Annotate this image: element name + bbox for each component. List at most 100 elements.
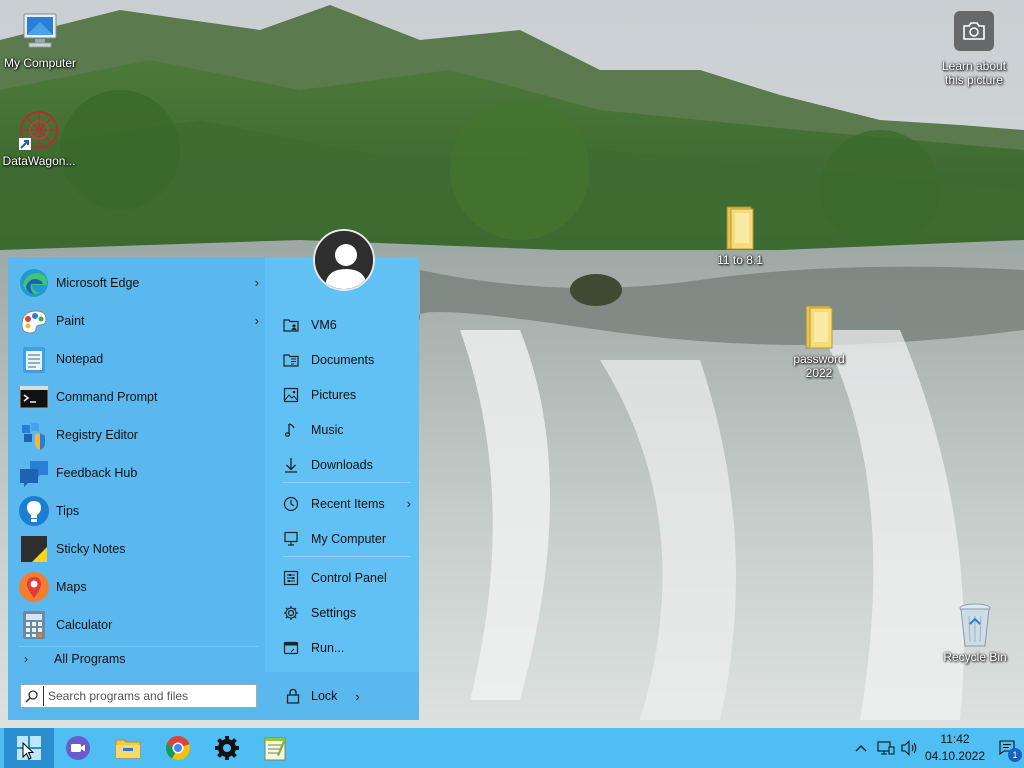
program-label: Sticky Notes — [56, 542, 126, 556]
chevron-right-icon[interactable]: › — [355, 689, 359, 704]
clock[interactable]: 11:42 04.10.2022 — [918, 731, 992, 765]
maps-icon — [19, 572, 49, 602]
learn-about-picture-label: Learn about this picture — [941, 59, 1007, 87]
search-box[interactable] — [20, 684, 257, 708]
all-programs-button[interactable]: › All Programs — [8, 649, 265, 669]
program-maps[interactable]: Maps — [8, 569, 265, 605]
taskbar-file-explorer[interactable] — [105, 728, 151, 768]
calculator-icon — [23, 611, 45, 639]
desktop-icon-datawagon[interactable]: DataWagon... — [0, 108, 79, 168]
edge-icon — [20, 269, 48, 297]
file-explorer-icon — [115, 739, 141, 759]
folder-icon — [726, 206, 754, 250]
regedit-icon — [22, 423, 45, 450]
taskbar: 11:42 04.10.2022 1 — [0, 728, 1024, 768]
program-label: Paint — [56, 314, 85, 328]
tips-icon — [19, 496, 49, 526]
program-feedback-hub[interactable]: Feedback Hub — [8, 455, 265, 491]
program-calculator[interactable]: Calculator — [8, 607, 265, 643]
folder-icon — [805, 305, 833, 349]
start-menu: Microsoft Edge › Paint › Notepad Command… — [8, 229, 419, 720]
lock-icon — [284, 687, 302, 705]
search-input[interactable] — [43, 686, 243, 706]
place-vm6[interactable]: VM6 — [273, 310, 415, 340]
desktop-icon-folder-11-to-8[interactable]: 11 to 8.1 — [700, 205, 780, 267]
sticky-notes-icon — [21, 536, 47, 562]
program-command-prompt[interactable]: Command Prompt — [8, 379, 265, 415]
taskbar-meet[interactable] — [55, 728, 101, 768]
camera-icon — [954, 11, 994, 51]
start-button[interactable] — [4, 728, 54, 768]
place-label: Music — [311, 423, 344, 437]
pictures-icon — [282, 386, 300, 404]
program-registry-editor[interactable]: Registry Editor — [8, 417, 265, 453]
desktop-icon-folder-password[interactable]: password 2022 — [779, 304, 859, 380]
clock-time: 11:42 — [940, 732, 970, 746]
program-microsoft-edge[interactable]: Microsoft Edge › — [8, 265, 265, 301]
program-sticky-notes[interactable]: Sticky Notes — [8, 531, 265, 567]
place-label: Downloads — [311, 458, 373, 472]
run-icon — [282, 639, 300, 657]
program-label: Calculator — [56, 618, 113, 632]
user-avatar[interactable] — [313, 229, 375, 291]
chevron-right-icon: › — [254, 313, 259, 328]
menu-divider — [283, 556, 411, 557]
chrome-icon — [166, 736, 190, 760]
learn-about-picture[interactable]: Learn about this picture — [934, 11, 1014, 87]
place-label: Settings — [311, 606, 357, 620]
downloads-icon — [282, 456, 300, 474]
place-label: My Computer — [311, 532, 387, 546]
program-label: Registry Editor — [56, 428, 138, 442]
lock-button[interactable]: Lock › — [265, 672, 419, 720]
music-icon — [282, 421, 300, 439]
notification-badge: 1 — [1008, 748, 1022, 762]
paint-icon — [21, 310, 47, 334]
all-programs-label: All Programs — [54, 652, 126, 666]
place-music[interactable]: Music — [273, 415, 415, 445]
place-label: Control Panel — [311, 571, 387, 585]
program-label: Maps — [56, 580, 87, 594]
notepad-plus-icon — [264, 737, 286, 761]
taskbar-notepad-plus[interactable] — [252, 728, 298, 768]
show-hidden-icons[interactable] — [852, 728, 870, 768]
place-run[interactable]: Run... — [273, 633, 415, 663]
desktop-icon-recycle-bin[interactable]: Recycle Bin — [935, 602, 1015, 664]
chevron-up-icon — [855, 745, 867, 752]
notification-center[interactable]: 1 — [994, 728, 1022, 768]
place-my-computer[interactable]: My Computer — [273, 524, 415, 554]
network-icon — [877, 741, 895, 755]
desktop-icon-label: 11 to 8.1 — [717, 253, 763, 267]
place-label: VM6 — [311, 318, 337, 332]
taskbar-settings[interactable] — [204, 728, 250, 768]
program-label: Command Prompt — [56, 390, 158, 404]
program-tips[interactable]: Tips — [8, 493, 265, 529]
gear-icon — [215, 736, 239, 760]
recycle-bin-icon — [959, 603, 991, 647]
taskbar-chrome[interactable] — [155, 728, 201, 768]
place-control-panel[interactable]: Control Panel — [273, 563, 415, 593]
start-menu-programs: Microsoft Edge › Paint › Notepad Command… — [8, 257, 265, 720]
user-folder-icon — [282, 316, 300, 334]
speaker-icon — [901, 740, 917, 756]
datawagon-icon — [19, 111, 58, 150]
menu-divider — [18, 646, 258, 647]
place-label: Documents — [311, 353, 375, 367]
feedback-icon — [20, 461, 48, 487]
lock-label: Lock — [311, 689, 338, 703]
computer-icon — [282, 530, 300, 548]
settings-icon — [282, 604, 300, 622]
program-label: Tips — [56, 504, 80, 518]
place-settings[interactable]: Settings — [273, 598, 415, 628]
desktop-icon-my-computer[interactable]: My Computer — [0, 10, 80, 70]
place-pictures[interactable]: Pictures — [273, 380, 415, 410]
place-documents[interactable]: Documents — [273, 345, 415, 375]
program-notepad[interactable]: Notepad — [8, 341, 265, 377]
place-recent-items[interactable]: Recent Items › — [273, 489, 415, 519]
desktop-icon-label: My Computer — [3, 56, 77, 70]
program-paint[interactable]: Paint › — [8, 303, 265, 339]
place-downloads[interactable]: Downloads — [273, 450, 415, 480]
network-status[interactable] — [875, 728, 897, 768]
video-call-icon — [66, 736, 90, 760]
desktop-icon-label: Recycle Bin — [943, 650, 1007, 664]
program-label: Microsoft Edge — [56, 276, 140, 290]
